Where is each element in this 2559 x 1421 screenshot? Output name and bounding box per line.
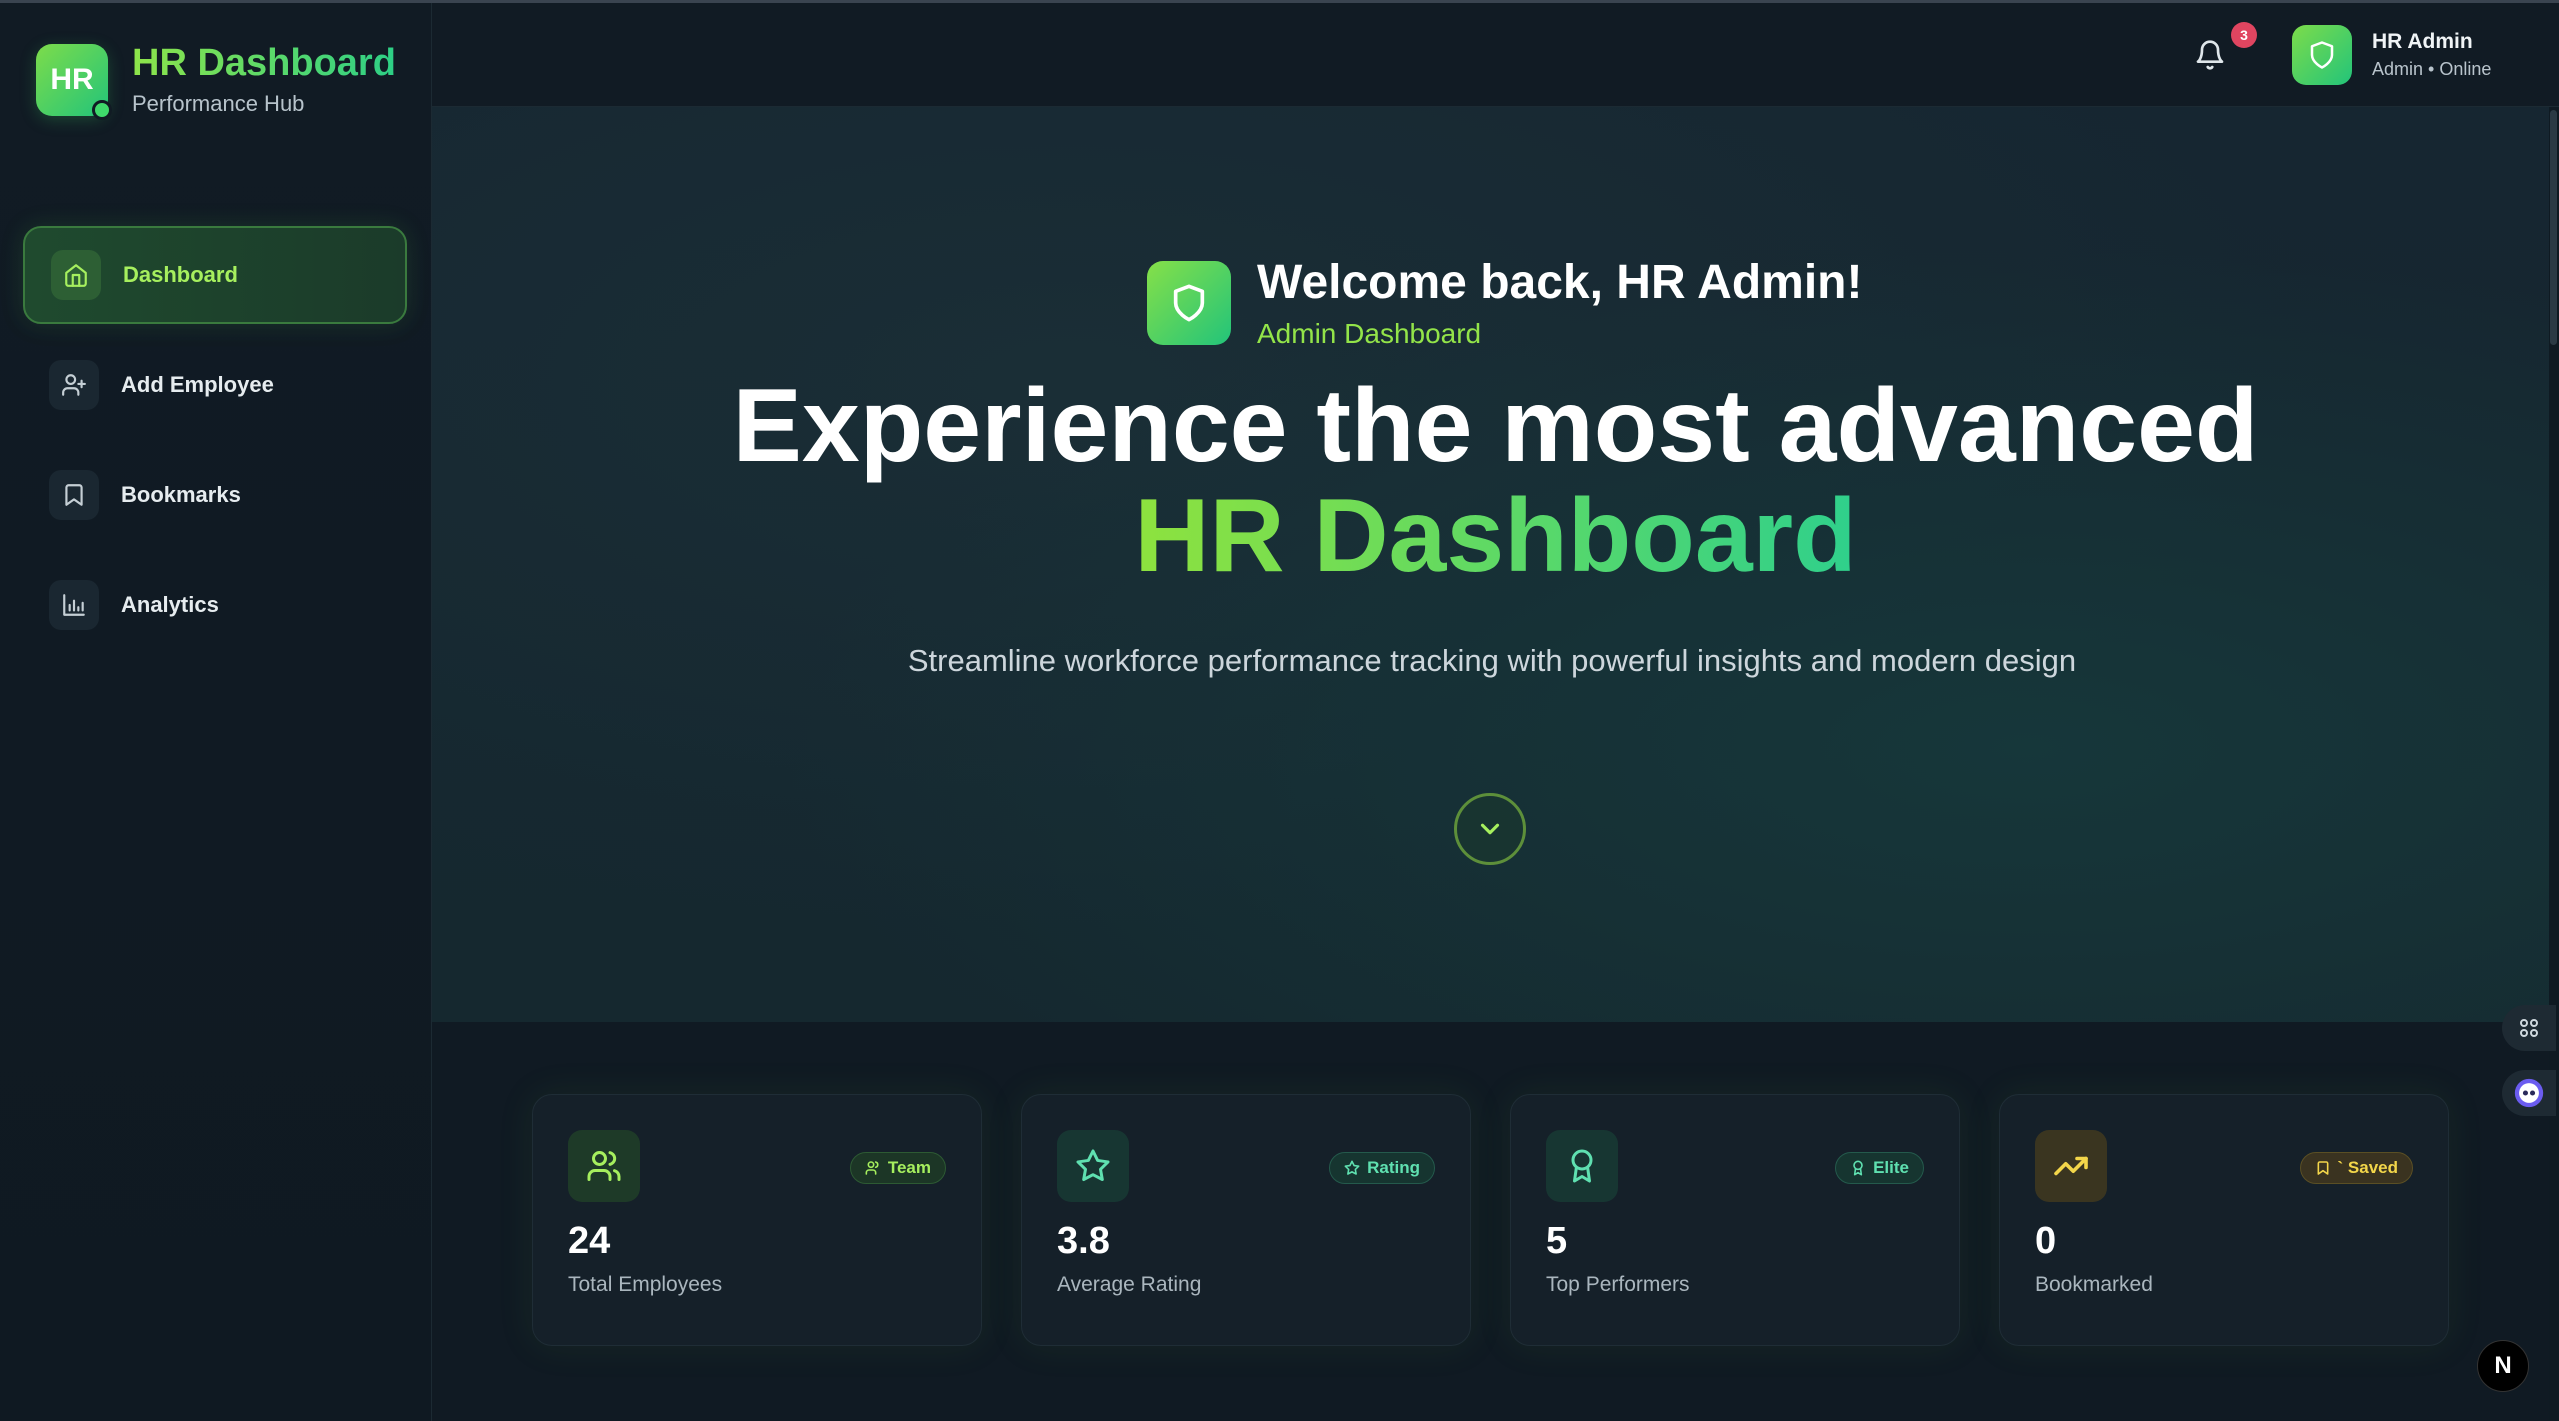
bar-chart-icon bbox=[49, 580, 99, 630]
shield-icon bbox=[1147, 261, 1231, 346]
sidebar-item-dashboard[interactable]: Dashboard bbox=[23, 226, 407, 324]
stat-value: 24 bbox=[568, 1220, 611, 1262]
welcome-title: Welcome back, HR Admin! bbox=[1257, 256, 1863, 309]
shield-icon bbox=[2310, 41, 2334, 69]
users-icon bbox=[568, 1130, 640, 1202]
bookmark-icon bbox=[49, 470, 99, 520]
stats-cards: Team 24 Total Employees Rating 3.8 Avera… bbox=[532, 1094, 2488, 1346]
badge-label: Rating bbox=[1367, 1158, 1420, 1177]
user-menu[interactable]: HR Admin Admin • Online bbox=[2292, 25, 2491, 85]
avatar bbox=[2292, 25, 2352, 85]
brand[interactable]: HR HR Dashboard Performance Hub bbox=[36, 42, 396, 120]
award-icon bbox=[1853, 1160, 1863, 1176]
bot-icon bbox=[2514, 1078, 2544, 1108]
status-badge: Team bbox=[849, 1152, 946, 1184]
top-header: 3 HR Admin Admin • Online bbox=[432, 3, 2559, 107]
welcome-subtitle: Admin Dashboard bbox=[1257, 317, 1482, 349]
stat-label: Average Rating bbox=[1057, 1273, 1202, 1296]
dev-tools-badge[interactable]: N bbox=[2477, 1340, 2529, 1392]
sidebar-item-label: Add Employee bbox=[121, 372, 274, 397]
online-indicator bbox=[92, 99, 112, 120]
sidebar-nav: Dashboard Add Employee Bookmarks Analyti… bbox=[23, 226, 407, 666]
brand-logo: HR bbox=[36, 43, 112, 120]
star-icon bbox=[1057, 1130, 1129, 1202]
sidebar: HR HR Dashboard Performance Hub Dashboar… bbox=[0, 3, 432, 1421]
badge-label: Team bbox=[887, 1158, 931, 1177]
hero-headline-accent: HR Dashboard bbox=[432, 481, 2559, 591]
users-icon bbox=[865, 1161, 879, 1175]
bell-icon[interactable] bbox=[2194, 37, 2230, 77]
status-badge: Elite bbox=[1835, 1152, 1924, 1184]
hero-headline-accent-text: HR Dashboard bbox=[1134, 478, 1857, 594]
hero-headline: Experience the most advanced bbox=[732, 368, 2259, 484]
stat-value: 0 bbox=[2035, 1220, 2057, 1262]
floating-grid-button[interactable] bbox=[2502, 1005, 2556, 1051]
sidebar-item-label: Dashboard bbox=[123, 262, 238, 287]
welcome-banner: Welcome back, HR Admin! Admin Dashboard bbox=[1147, 256, 1863, 350]
sidebar-item-analytics[interactable]: Analytics bbox=[23, 556, 407, 654]
stat-value: 5 bbox=[1546, 1220, 1568, 1262]
stat-card-total-employees[interactable]: Team 24 Total Employees bbox=[532, 1094, 982, 1346]
badge-label: Elite bbox=[1873, 1158, 1909, 1177]
scrollbar-thumb[interactable] bbox=[2550, 110, 2557, 345]
chevron-down-icon bbox=[1480, 823, 1500, 835]
brand-subtitle: Performance Hub bbox=[132, 90, 305, 116]
hero-description: Streamline workforce performance trackin… bbox=[907, 643, 2077, 678]
brand-title: HR Dashboard bbox=[132, 42, 396, 84]
sidebar-item-label: Analytics bbox=[121, 592, 219, 617]
sidebar-item-add-employee[interactable]: Add Employee bbox=[23, 336, 407, 434]
stat-label: Total Employees bbox=[568, 1273, 723, 1296]
star-icon bbox=[1344, 1160, 1360, 1175]
status-badge: ` Saved bbox=[2299, 1152, 2413, 1184]
stat-card-bookmarked[interactable]: ` Saved 0 Bookmarked bbox=[1999, 1094, 2449, 1346]
user-plus-icon bbox=[49, 360, 99, 410]
trending-up-icon bbox=[2035, 1130, 2107, 1202]
stat-card-average-rating[interactable]: Rating 3.8 Average Rating bbox=[1021, 1094, 1471, 1346]
brand-logo-text: HR bbox=[50, 62, 94, 96]
grid-icon bbox=[2520, 1019, 2538, 1037]
floating-assistant-button[interactable] bbox=[2502, 1070, 2556, 1116]
main-content: Welcome back, HR Admin! Admin Dashboard … bbox=[432, 107, 2559, 1421]
badge-label: ` Saved bbox=[2337, 1158, 2398, 1177]
stat-label: Bookmarked bbox=[2035, 1273, 2153, 1296]
status-badge: Rating bbox=[1329, 1152, 1435, 1184]
award-icon bbox=[1546, 1130, 1618, 1202]
scroll-down-button[interactable] bbox=[1454, 793, 1526, 865]
notification-badge: 3 bbox=[2231, 22, 2257, 48]
user-name: HR Admin bbox=[2372, 30, 2473, 53]
sidebar-item-label: Bookmarks bbox=[121, 482, 241, 507]
user-status: Admin • Online bbox=[2372, 59, 2492, 79]
bookmark-icon bbox=[2317, 1161, 2328, 1175]
stat-card-top-performers[interactable]: Elite 5 Top Performers bbox=[1510, 1094, 1960, 1346]
stat-value: 3.8 bbox=[1057, 1220, 1110, 1262]
sidebar-item-bookmarks[interactable]: Bookmarks bbox=[23, 446, 407, 544]
home-icon bbox=[51, 250, 101, 300]
stat-label: Top Performers bbox=[1546, 1273, 1690, 1296]
hero-section: Welcome back, HR Admin! Admin Dashboard … bbox=[432, 107, 2559, 1022]
